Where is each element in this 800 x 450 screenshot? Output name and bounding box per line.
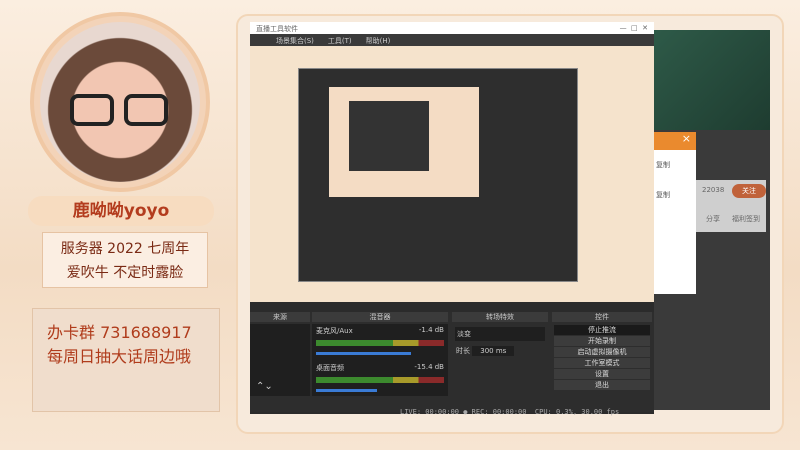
mic-volume-slider[interactable] — [316, 352, 412, 355]
name-plate: 鹿呦呦yoyo — [28, 196, 214, 226]
desktop-audio-meter — [316, 377, 444, 383]
sources-list[interactable]: ⌃⌄ — [250, 324, 310, 396]
group-box: 办卡群 731688917 每周日抽大话周边哦 — [32, 308, 220, 412]
stream-preview — [654, 30, 770, 130]
follow-button[interactable]: 关注 — [732, 184, 766, 198]
transitions-header: 转场特效 — [452, 312, 548, 322]
controls-header: 控件 — [552, 312, 652, 322]
menu-bar: 场景集合(S) 工具(T) 帮助(H) — [250, 34, 654, 46]
streamer-name: 鹿呦呦yoyo — [72, 201, 170, 221]
popup-dialog: × 复制 复制 — [652, 132, 696, 294]
transition-select[interactable]: 淡变 — [455, 327, 545, 341]
duration-input[interactable]: 300 ms — [472, 346, 515, 356]
live-time: LIVE: 00:00:00 — [400, 408, 460, 416]
window-controls[interactable]: — □ ✕ — [620, 24, 648, 32]
mixer-header: 混音器 — [312, 312, 448, 322]
desktop-audio-label: 桌面音频 — [316, 364, 344, 372]
close-icon[interactable]: × — [682, 132, 691, 145]
share-link[interactable]: 分享 — [706, 214, 720, 224]
obs-window: 直播工具软件 — □ ✕ 场景集合(S) 工具(T) 帮助(H) 来源 ⌃⌄ 混音… — [250, 22, 654, 416]
exit-button[interactable]: 退出 — [554, 380, 650, 390]
desktop-volume-slider[interactable] — [316, 389, 378, 392]
glasses-graphic — [70, 94, 170, 126]
window-title: 直播工具软件 — [256, 25, 298, 33]
group-number: 办卡群 731688917 — [47, 323, 192, 342]
audio-mixer: 麦克风/Aux -1.4 dB 桌面音频 -15.4 dB — [312, 324, 448, 396]
status-bar: LIVE: 00:00:00 ● REC: 00:00:00 CPU: 0.3%… — [400, 408, 620, 416]
mic-db: -1.4 dB — [418, 326, 444, 334]
streamer-avatar — [40, 22, 200, 182]
stop-streaming-button[interactable]: 停止推流 — [554, 325, 650, 335]
recursive-preview — [298, 68, 578, 282]
info-line-1: 服务器 2022 七周年 — [60, 241, 190, 257]
weekly-note: 每周日抽大话周边哦 — [47, 347, 192, 366]
transitions-panel: 淡变 时长 300 ms — [452, 324, 548, 396]
obs-docks: 来源 ⌃⌄ 混音器 麦克风/Aux -1.4 dB 桌面音频 -15.4 dB 转场… — [250, 312, 654, 416]
mic-meter — [316, 340, 444, 346]
menu-tools[interactable]: 工具(T) — [328, 36, 352, 45]
info-box: 服务器 2022 七周年 爱吹牛 不定时露脸 — [42, 232, 208, 288]
start-recording-button[interactable]: 开始录制 — [554, 336, 650, 346]
desktop-audio-db: -15.4 dB — [414, 363, 444, 371]
recursive-preview-innermost — [349, 101, 429, 171]
controls-panel: 停止推流 开始录制 启动虚拟摄像机 工作室模式 设置 退出 — [552, 324, 652, 396]
checkin-link[interactable]: 福利签到 — [732, 214, 760, 224]
settings-button[interactable]: 设置 — [554, 369, 650, 379]
duration-label: 时长 — [456, 347, 470, 355]
virtual-camera-button[interactable]: 启动虚拟摄像机 — [554, 347, 650, 357]
mic-label: 麦克风/Aux — [316, 327, 353, 335]
copy-button-1[interactable]: 复制 — [652, 150, 696, 180]
move-arrows-icon[interactable]: ⌃⌄ — [256, 381, 273, 392]
menu-help[interactable]: 帮助(H) — [366, 36, 391, 45]
menu-scene-collection[interactable]: 场景集合(S) — [276, 36, 314, 45]
studio-mode-button[interactable]: 工作室模式 — [554, 358, 650, 368]
viewer-count: 22038 — [702, 186, 725, 194]
rec-time: REC: 00:00:00 — [471, 408, 527, 416]
sources-header: 来源 — [250, 312, 310, 322]
recursive-preview-inner — [329, 87, 479, 197]
title-bar: 直播工具软件 — □ ✕ — [250, 22, 654, 34]
obs-preview — [250, 46, 654, 302]
cpu-fps: CPU: 0.3%, 30.00 fps — [534, 408, 620, 416]
info-line-2: 爱吹牛 不定时露脸 — [66, 265, 184, 281]
copy-button-2[interactable]: 复制 — [652, 180, 696, 210]
